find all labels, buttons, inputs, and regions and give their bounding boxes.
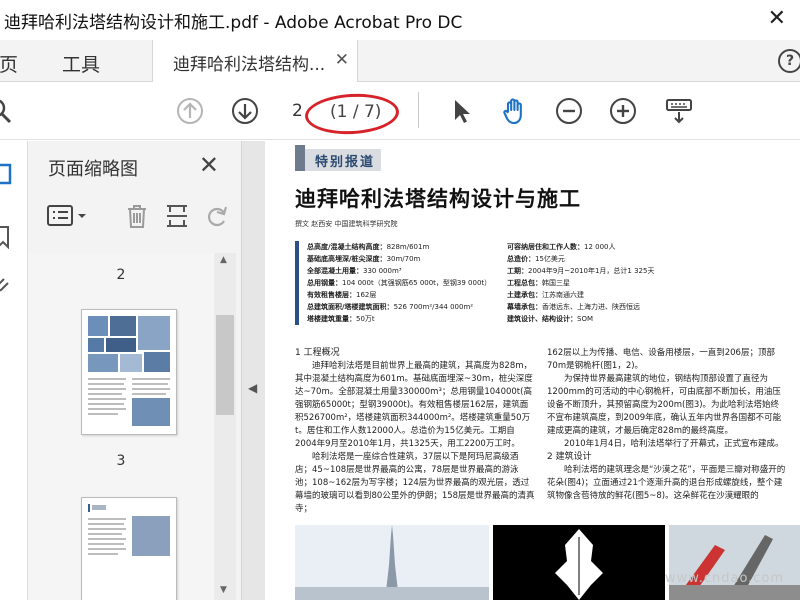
thumbnail-page-label: 2 (116, 267, 126, 283)
page-thumbnails-panel: 页面缩略图 ✕ 2 3 ▲ ▼ (28, 141, 242, 600)
paragraph: 迪拜哈利法塔是目前世界上最高的建筑，其高度为828m，其中混凝土结构高度为601… (295, 361, 533, 449)
page-thumbnails-nav-icon[interactable] (0, 163, 14, 187)
paragraph: 2010年1月4日，哈利法塔举行了开幕式，正式宣布建成。 (564, 439, 784, 449)
thumbnail-list: 2 3 (28, 253, 214, 600)
help-icon[interactable]: ? (778, 49, 800, 73)
paragraph: 为保持世界最高建筑的地位，钢结构顶部设置了直径为1200mm的可活动的中心钢桅杆… (547, 374, 782, 436)
acrobat-window: 迪拜哈利法塔结构设计和施工.pdf - Adobe Acrobat Pro DC… (0, 0, 800, 600)
keyboard-scroll-icon[interactable] (664, 96, 694, 126)
window-close-icon[interactable]: ✕ (768, 6, 786, 31)
section-tag-bar (295, 145, 305, 171)
spec-row: 可容纳居住和工作人数：12 000人 (507, 243, 616, 251)
page-thumbnail-4[interactable] (81, 497, 177, 600)
tab-document[interactable]: 迪拜哈利法塔结构... ✕ (152, 40, 358, 82)
next-page-icon[interactable] (230, 96, 260, 126)
article-byline: 撰文 赵西安 中国建筑科学研究院 (295, 220, 398, 228)
spec-row: 工程总包：韩国三星 (507, 279, 570, 287)
thumbnail-toolbar (28, 197, 242, 237)
red-highlight-oval (304, 91, 400, 137)
figure-construction-photo (669, 525, 800, 600)
page-thumbnail-3[interactable] (81, 309, 177, 435)
figure-floor-plan (493, 525, 665, 600)
body-column-left: 1 工程概况 迪拜哈利法塔是目前世界上最高的建筑，其高度为828m，其中混凝土结… (295, 347, 535, 516)
toolbar-separator (418, 92, 419, 128)
insert-page-icon[interactable] (162, 201, 192, 231)
watermark: www.cndao.com (665, 571, 785, 586)
rotate-page-icon[interactable] (202, 201, 232, 231)
paragraph: 162层以上为传播、电信、设备用楼层，一直到206层；顶部70m是钢桅杆(图1，… (547, 348, 775, 371)
attachments-nav-icon[interactable] (0, 275, 12, 299)
paragraph: 哈利法塔是一座综合性建筑，37层以下是阿玛尼高级酒店；45~108层是世界最高的… (295, 452, 535, 514)
tab-tools[interactable]: 工具 (62, 50, 100, 77)
delete-page-icon[interactable] (122, 201, 152, 231)
tab-bar: 主页 工具 迪拜哈利法塔结构... ✕ (0, 40, 800, 82)
scroll-down-arrow-icon[interactable]: ▼ (220, 585, 227, 595)
title-bar: 迪拜哈利法塔结构设计和施工.pdf - Adobe Acrobat Pro DC… (0, 0, 800, 40)
thumbnail-preview-image (88, 316, 170, 426)
window-title: 迪拜哈利法塔结构设计和施工.pdf - Adobe Acrobat Pro DC (4, 13, 463, 33)
figure-tower-photo (295, 525, 489, 600)
collapse-panel-arrow-icon[interactable]: ◀ (248, 381, 257, 395)
spec-row: 全部混凝土用量：330 000m³ (307, 267, 402, 275)
navigation-strip (0, 141, 28, 600)
paragraph: 哈利法塔的建筑理念是“沙漠之花”，平面是三瓣对称盛开的花朵(图4)；立面通过21… (547, 465, 786, 501)
thumbnail-preview-image (88, 504, 170, 556)
tab-home[interactable]: 主页 (0, 50, 18, 77)
zoom-in-icon[interactable] (608, 96, 638, 126)
figure-strip (295, 525, 800, 600)
spec-row: 塔楼建筑重量：50万t (307, 315, 375, 323)
spec-row: 幕墙承包：香港远东、上海力进、陕西恒远 (507, 303, 640, 311)
section-heading: 2 建筑设计 (547, 452, 592, 462)
spec-row: 土建承包：江苏南通六建 (507, 291, 584, 299)
spec-row: 有效租售楼层：162层 (307, 291, 377, 299)
thumbnail-page-label: 3 (116, 453, 126, 469)
panel-title: 页面缩略图 (48, 159, 138, 180)
select-cursor-icon[interactable] (446, 96, 476, 126)
body-column-right: 162层以上为传播、电信、设备用楼层，一直到206层；顶部70m是钢桅杆(图1，… (547, 347, 787, 503)
spec-row: 建筑设计、结构设计：SOM (507, 315, 593, 323)
spec-row: 总造价：15亿美元 (507, 255, 565, 263)
options-menu-icon[interactable] (46, 203, 90, 229)
search-icon[interactable] (0, 96, 16, 126)
spec-row: 总高度/混凝土结构高度：828m/601m (307, 243, 430, 251)
document-view: ◀ 特别报道 迪拜哈利法塔结构设计与施工 撰文 赵西安 中国建筑科学研究院 总高… (242, 141, 800, 600)
pdf-page: 特别报道 迪拜哈利法塔结构设计与施工 撰文 赵西安 中国建筑科学研究院 总高度/… (265, 141, 800, 600)
section-tag: 特别报道 (295, 145, 381, 171)
spec-list-left: 总高度/混凝土结构高度：828m/601m 基础底高埋深/桩尖深度：30m/70… (307, 241, 491, 325)
bookmarks-nav-icon[interactable] (0, 225, 14, 249)
thumbnail-scrollbar[interactable]: ▲ ▼ (214, 253, 236, 600)
section-heading: 1 工程概况 (295, 348, 340, 358)
spec-row: 基础底高埋深/桩尖深度：30m/70m (307, 255, 421, 263)
spec-accent-bar (295, 241, 299, 325)
spec-list-right: 可容纳居住和工作人数：12 000人 总造价：15亿美元 工期：2004年9月~… (507, 241, 654, 325)
panel-close-icon[interactable]: ✕ (199, 151, 219, 179)
zoom-out-icon[interactable] (554, 96, 584, 126)
scroll-up-arrow-icon[interactable]: ▲ (220, 255, 227, 265)
tab-document-label: 迪拜哈利法塔结构... (173, 55, 326, 75)
spec-row: 总用钢量：104 000t（其强钢筋65 000t，型钢39 000t） (307, 279, 492, 287)
scrollbar-thumb[interactable] (216, 315, 234, 415)
spec-row: 工期：2004年9月~2010年1月，总计1 325天 (507, 267, 655, 275)
spec-row: 总建筑面积/塔楼建筑面积：526 700m²/344 000m² (307, 303, 474, 311)
article-title: 迪拜哈利法塔结构设计与施工 (295, 187, 581, 211)
tab-close-icon[interactable]: ✕ (335, 50, 349, 70)
hand-tool-icon[interactable] (500, 96, 530, 126)
previous-page-icon[interactable] (175, 96, 205, 126)
section-tag-text: 特别报道 (315, 155, 376, 170)
toolbar: 2 (1 / 7) (0, 82, 800, 140)
